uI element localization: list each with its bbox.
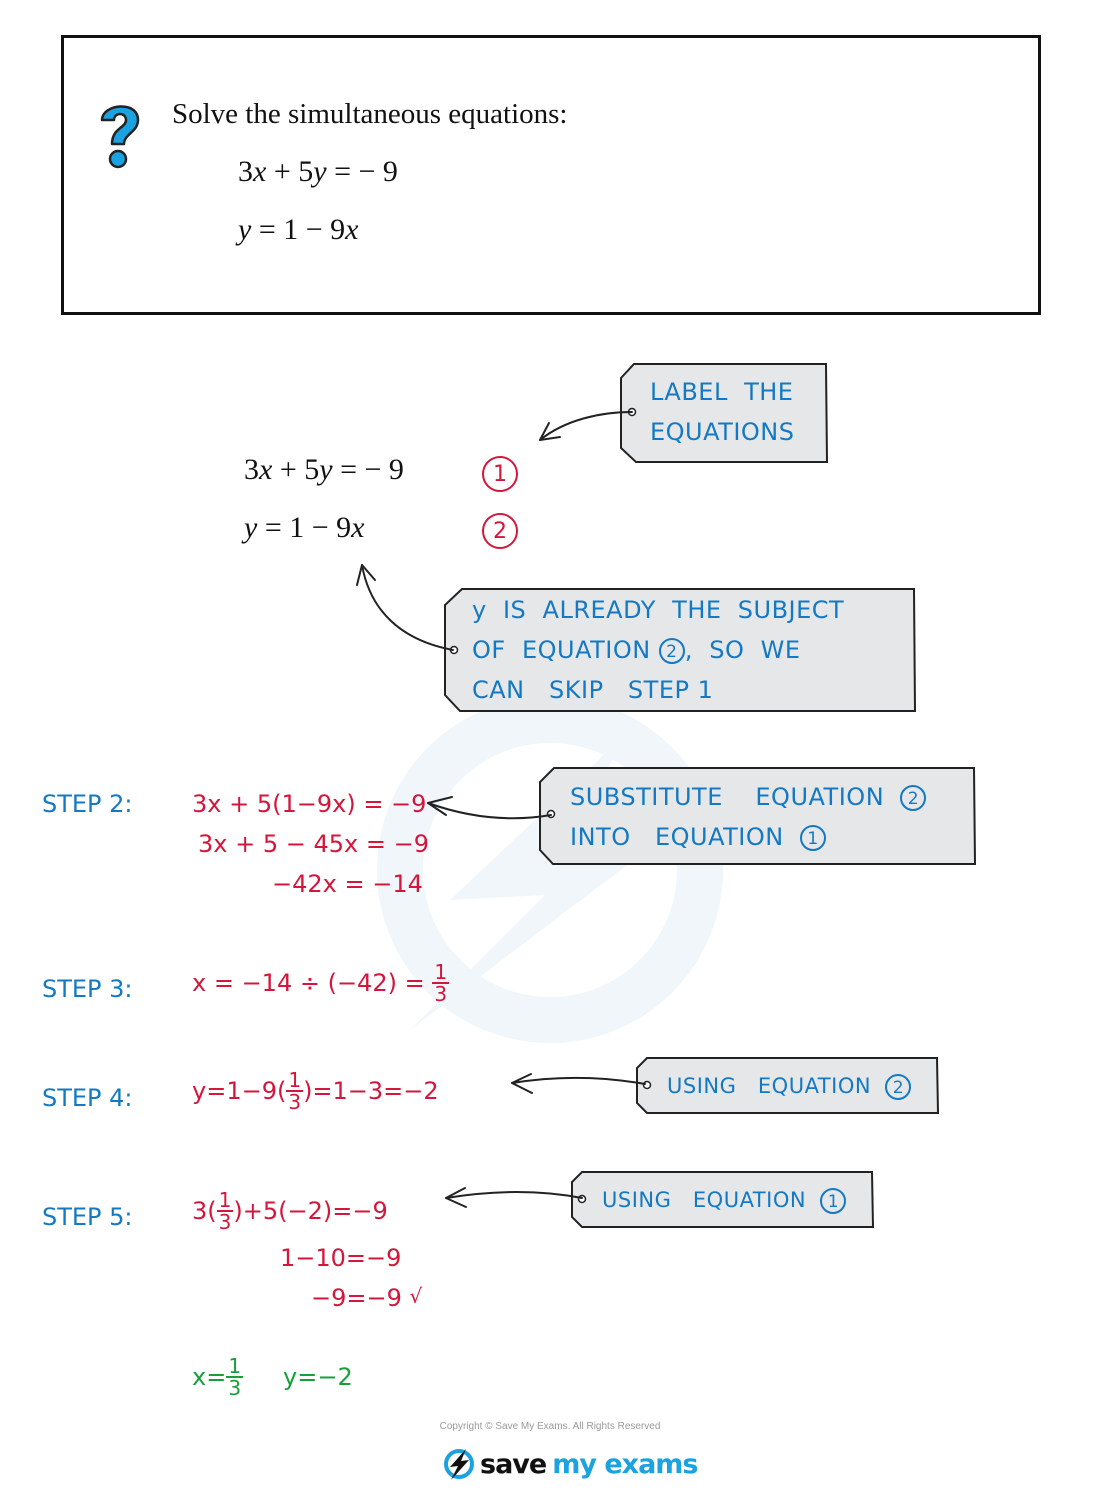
annotation-arrows	[356, 411, 646, 1208]
arrow-using-eq1	[445, 1191, 583, 1199]
save-my-exams-logo: save my exams	[442, 1444, 699, 1484]
copyright-notice: Copyright © Save My Exams. All Rights Re…	[439, 1421, 661, 1432]
arrow-substitute	[427, 802, 552, 820]
arrow-using-eq2	[511, 1076, 646, 1085]
arrow-label-equations	[539, 411, 633, 441]
lightning-bolt-icon	[444, 1449, 474, 1480]
arrowhead	[511, 1073, 533, 1094]
arrowhead	[445, 1187, 467, 1208]
arrow-y-subject	[361, 564, 454, 651]
